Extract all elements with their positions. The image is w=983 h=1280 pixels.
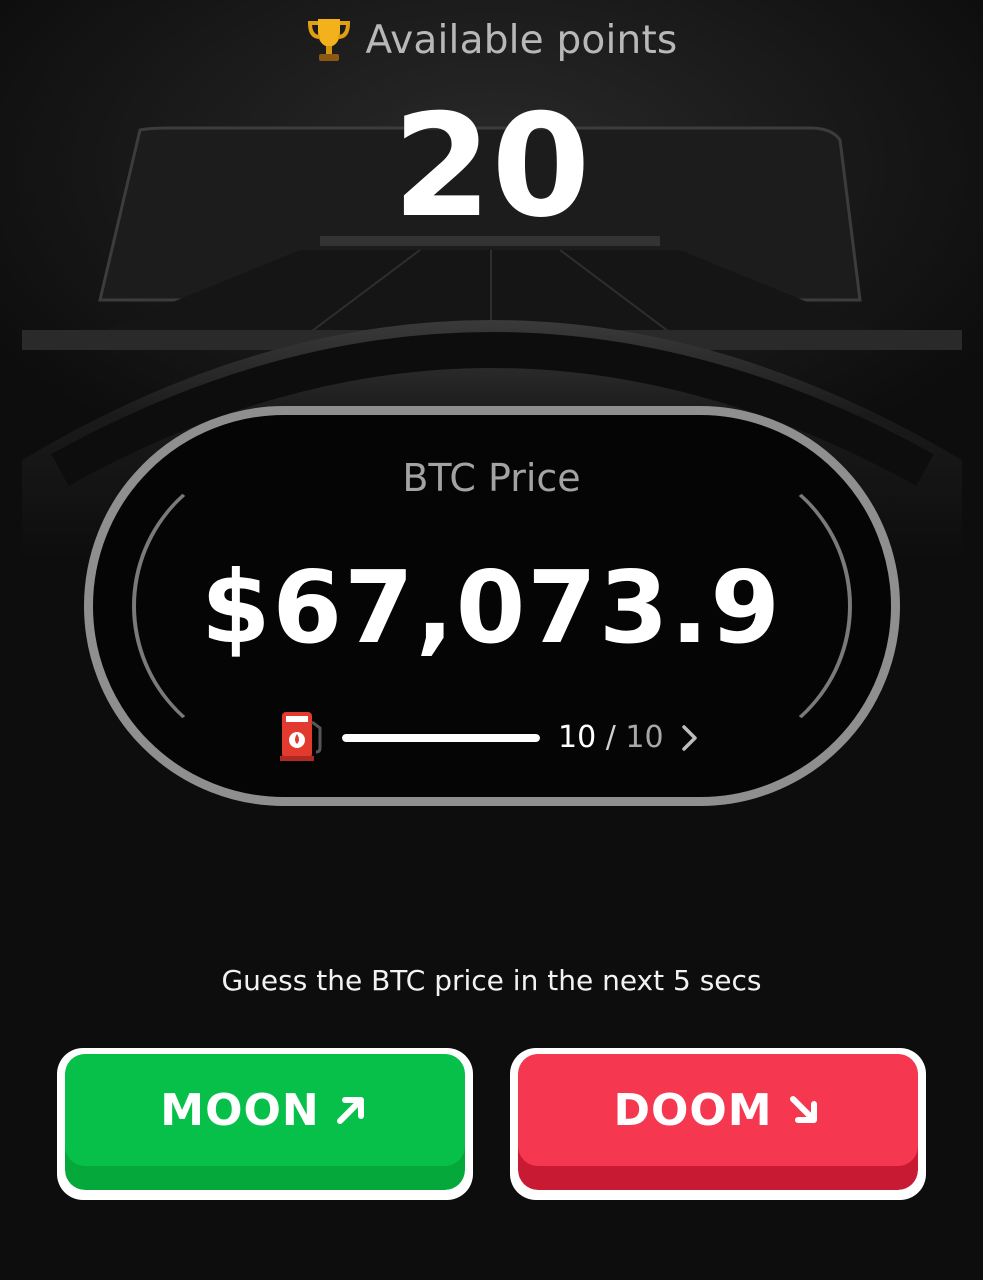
game-screen: Available points 20 BTC Price $67,073.9 … xyxy=(0,0,983,1280)
fuel-max: 10 xyxy=(625,720,664,755)
doom-button-label: DOOM xyxy=(613,1084,773,1136)
moon-button-face: MOON xyxy=(65,1054,465,1166)
fuel-count: 10 / 10 xyxy=(558,718,664,758)
fuel-separator: / xyxy=(605,720,616,755)
btc-price-value: $67,073.9 xyxy=(200,549,783,666)
arrow-down-right-icon xyxy=(789,1096,817,1123)
fuel-pump-icon xyxy=(280,712,322,761)
moon-button-body: MOON xyxy=(65,1054,465,1190)
doom-button[interactable]: DOOM xyxy=(510,1048,926,1200)
moon-button[interactable]: MOON xyxy=(57,1048,473,1200)
doom-button-body: DOOM xyxy=(518,1054,918,1190)
points-value: 20 xyxy=(392,84,591,249)
guess-prompt: Guess the BTC price in the next 5 secs xyxy=(221,964,762,997)
moon-button-label: MOON xyxy=(160,1084,320,1136)
doom-button-face: DOOM xyxy=(518,1054,918,1166)
btc-price-label: BTC Price xyxy=(402,456,581,500)
trophy-icon xyxy=(307,19,350,61)
available-points-header: Available points xyxy=(0,10,983,70)
fuel-progress-bar xyxy=(342,734,540,742)
fuel-progress-fill xyxy=(342,734,540,742)
chevron-right-icon[interactable] xyxy=(676,722,704,754)
fuel-row: 10 / 10 xyxy=(278,708,718,768)
fuel-current: 10 xyxy=(558,720,597,755)
arrow-up-right-icon xyxy=(336,1097,364,1124)
available-points-label: Available points xyxy=(365,17,678,63)
